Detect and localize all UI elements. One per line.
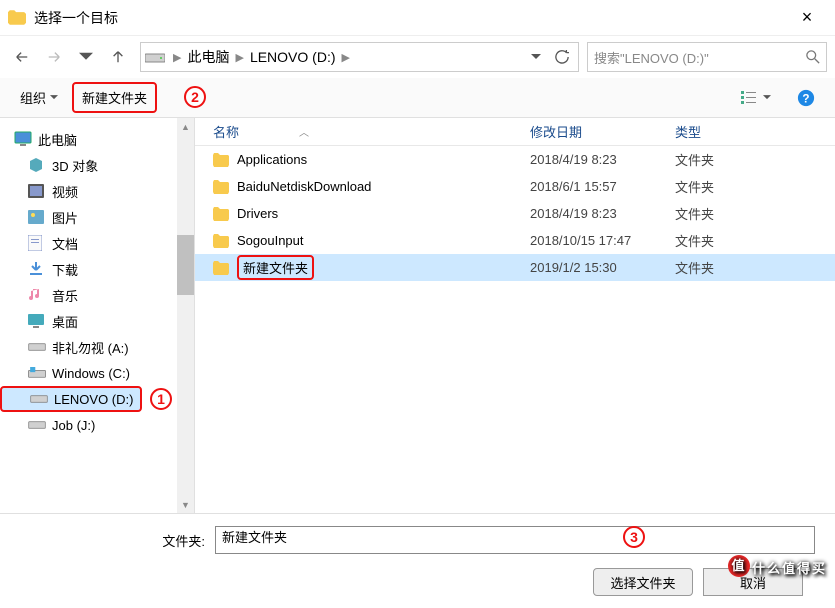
search-input[interactable]: 搜索"LENOVO (D:)": [587, 42, 827, 72]
watermark-badge: 值: [728, 555, 750, 577]
tree-item-drive-j[interactable]: Job (J:): [0, 412, 194, 438]
folder-label: 文件夹:: [20, 531, 205, 550]
search-placeholder: 搜索"LENOVO (D:)": [594, 48, 806, 67]
folder-icon: [213, 153, 229, 167]
drive-icon: [30, 391, 48, 407]
folder-icon: [8, 10, 26, 25]
documents-icon: [28, 235, 46, 251]
close-button[interactable]: ×: [787, 7, 827, 28]
scroll-up-arrow[interactable]: ▲: [177, 118, 194, 135]
sort-indicator: ︿: [299, 124, 309, 139]
tree-item-drive-d[interactable]: LENOVO (D:): [0, 386, 142, 412]
organize-button[interactable]: 组织: [12, 84, 66, 111]
tree-item-3dobjects[interactable]: 3D 对象: [0, 152, 194, 178]
col-date[interactable]: 修改日期: [530, 122, 675, 141]
list-row[interactable]: 新建文件夹 2019/1/2 15:30 文件夹: [195, 254, 835, 281]
list-row[interactable]: Drivers 2018/4/19 8:23 文件夹: [195, 200, 835, 227]
body-area: 此电脑 3D 对象 视频 图片 文档 下载 音乐 桌面 非礼勿视 (A:) Wi…: [0, 118, 835, 513]
file-list: 名称 ︿ 修改日期 类型 Applications 2018/4/19 8:23…: [195, 118, 835, 513]
recent-dropdown[interactable]: [72, 43, 100, 71]
titlebar: 选择一个目标 ×: [0, 0, 835, 36]
chevron-down-icon: [50, 95, 58, 100]
drive-icon: [145, 51, 165, 63]
downloads-icon: [28, 261, 46, 277]
toolbar: 组织 新建文件夹 2 ?: [0, 78, 835, 118]
address-bar[interactable]: ▶ 此电脑 ▶ LENOVO (D:) ▶: [140, 42, 579, 72]
new-folder-button[interactable]: 新建文件夹: [72, 82, 157, 113]
refresh-button[interactable]: [550, 45, 574, 69]
windows-drive-icon: [28, 365, 46, 381]
nav-bar: ▶ 此电脑 ▶ LENOVO (D:) ▶ 搜索"LENOVO (D:)": [0, 36, 835, 78]
tree-item-desktop[interactable]: 桌面: [0, 308, 194, 334]
breadcrumb-seg-2[interactable]: LENOVO (D:): [246, 49, 340, 65]
view-options-button[interactable]: [733, 87, 779, 109]
list-header: 名称 ︿ 修改日期 类型: [195, 118, 835, 146]
chevron-right-icon: ▶: [171, 51, 183, 64]
drive-icon: [28, 417, 46, 433]
back-button[interactable]: [8, 43, 36, 71]
annotation-3: 3: [623, 526, 645, 548]
video-icon: [28, 183, 46, 199]
help-icon: ?: [797, 89, 815, 107]
search-icon: [806, 50, 820, 64]
list-row[interactable]: SogouInput 2018/10/15 17:47 文件夹: [195, 227, 835, 254]
pictures-icon: [28, 209, 46, 225]
select-folder-button[interactable]: 选择文件夹: [593, 568, 693, 596]
drive-icon: [28, 339, 46, 355]
music-icon: [28, 287, 46, 303]
pc-icon: [14, 131, 32, 147]
folder-icon: [213, 180, 229, 194]
desktop-icon: [28, 313, 46, 329]
breadcrumb-seg-1[interactable]: 此电脑: [183, 47, 233, 67]
tree-item-drive-a[interactable]: 非礼勿视 (A:): [0, 334, 194, 360]
list-row[interactable]: BaiduNetdiskDownload 2018/6/1 15:57 文件夹: [195, 173, 835, 200]
help-button[interactable]: ?: [789, 85, 823, 111]
view-icon: [741, 91, 759, 105]
tree-root-thispc[interactable]: 此电脑: [0, 126, 194, 152]
svg-text:?: ?: [802, 92, 809, 105]
tree-item-videos[interactable]: 视频: [0, 178, 194, 204]
tree-item-downloads[interactable]: 下载: [0, 256, 194, 282]
3d-icon: [28, 157, 46, 173]
annotation-1: 1: [150, 388, 172, 410]
nav-tree: 此电脑 3D 对象 视频 图片 文档 下载 音乐 桌面 非礼勿视 (A:) Wi…: [0, 118, 195, 513]
window-title: 选择一个目标: [34, 8, 787, 28]
col-name[interactable]: 名称: [213, 122, 239, 141]
chevron-right-icon: ▶: [233, 51, 245, 64]
tree-item-documents[interactable]: 文档: [0, 230, 194, 256]
folder-input[interactable]: 新建文件夹: [215, 526, 815, 554]
chevron-down-icon: [763, 95, 771, 100]
watermark: 值什么值得买: [726, 553, 827, 579]
footer: 文件夹: 新建文件夹 选择文件夹 取消 3: [0, 513, 835, 608]
chevron-right-icon: ▶: [340, 51, 352, 64]
folder-icon: [213, 207, 229, 221]
tree-scrollbar[interactable]: ▲ ▼: [177, 118, 194, 513]
dropdown-history[interactable]: [524, 45, 548, 69]
col-type[interactable]: 类型: [675, 122, 835, 141]
scroll-thumb[interactable]: [177, 235, 194, 295]
scroll-down-arrow[interactable]: ▼: [177, 496, 194, 513]
folder-icon: [213, 234, 229, 248]
tree-item-drive-c[interactable]: Windows (C:): [0, 360, 194, 386]
annotation-2: 2: [184, 86, 206, 108]
list-row[interactable]: Applications 2018/4/19 8:23 文件夹: [195, 146, 835, 173]
forward-button[interactable]: [40, 43, 68, 71]
tree-item-pictures[interactable]: 图片: [0, 204, 194, 230]
tree-item-music[interactable]: 音乐: [0, 282, 194, 308]
up-button[interactable]: [104, 43, 132, 71]
folder-icon: [213, 261, 229, 275]
